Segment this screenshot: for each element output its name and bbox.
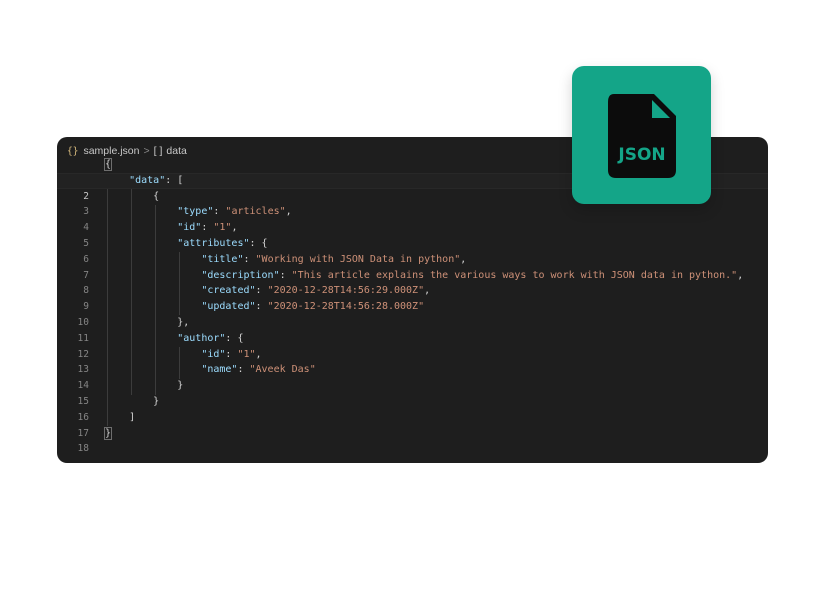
json-key: "attributes" [177,237,250,249]
punct: : { [225,332,244,344]
close-brace: } [103,426,113,440]
code-line: 13 "id": "1", [57,347,768,376]
array-brackets-icon: [ ] [153,145,163,157]
json-key: "id" [201,348,226,360]
json-key: "updated" [201,301,256,313]
breadcrumb-separator: > [143,145,150,157]
code-line: 9 "created": "2020-12-28T14:56:29.000Z", [57,283,768,312]
json-string: "This article explains the various ways … [291,269,738,281]
breadcrumb-file[interactable]: sample.json [83,145,139,157]
json-key: "type" [177,206,214,218]
punct: { [153,190,160,202]
json-braces-icon: {} [67,145,79,157]
code-line: 16 } [57,394,768,423]
punct: ] [129,411,136,423]
code-line: 12 "author": { [57,331,768,360]
code-line: 10 "updated": "2020-12-28T14:56:28.000Z" [57,299,768,328]
json-key: "data" [129,174,166,186]
punct: : { [249,237,268,249]
json-string: "1" [237,348,256,360]
code-line: 11 }, [57,315,768,344]
code-line: 7 "title": "Working with JSON Data in py… [57,252,768,281]
code-line: 14 "name": "Aveek Das" [57,362,768,391]
json-string: "1" [213,222,232,234]
json-key: "name" [201,364,238,376]
punct: : [ [165,174,184,186]
json-key: "author" [177,332,226,344]
code-line: 5 "id": "1", [57,220,768,249]
breadcrumb-node[interactable]: data [166,145,186,157]
json-key: "title" [201,253,244,265]
code-line: 17 ] [57,410,768,439]
json-logo-card: JSON [572,66,711,204]
code-line: 15 } [57,378,768,407]
punct: } [153,395,160,407]
punct: } [177,380,184,392]
line-number: 18 [77,443,89,455]
json-string: "Aveek Das" [249,364,316,376]
json-string: "2020-12-28T14:56:28.000Z" [267,301,425,313]
json-string: "Working with JSON Data in python" [255,253,461,265]
open-brace: { [103,158,113,171]
json-key: "created" [201,285,256,297]
punct: }, [177,316,190,328]
json-string: "articles" [225,206,286,218]
json-logo-text: JSON [617,145,665,165]
json-key: "id" [177,222,202,234]
code-line: 8 "description": "This article explains … [57,268,768,297]
code-line: 18 } [57,426,768,454]
json-file-icon: JSON [608,94,676,178]
code-line: 6 "attributes": { [57,236,768,265]
json-string: "2020-12-28T14:56:29.000Z" [267,285,425,297]
code-line: 4 "type": "articles", [57,204,768,233]
json-key: "description" [201,269,280,281]
